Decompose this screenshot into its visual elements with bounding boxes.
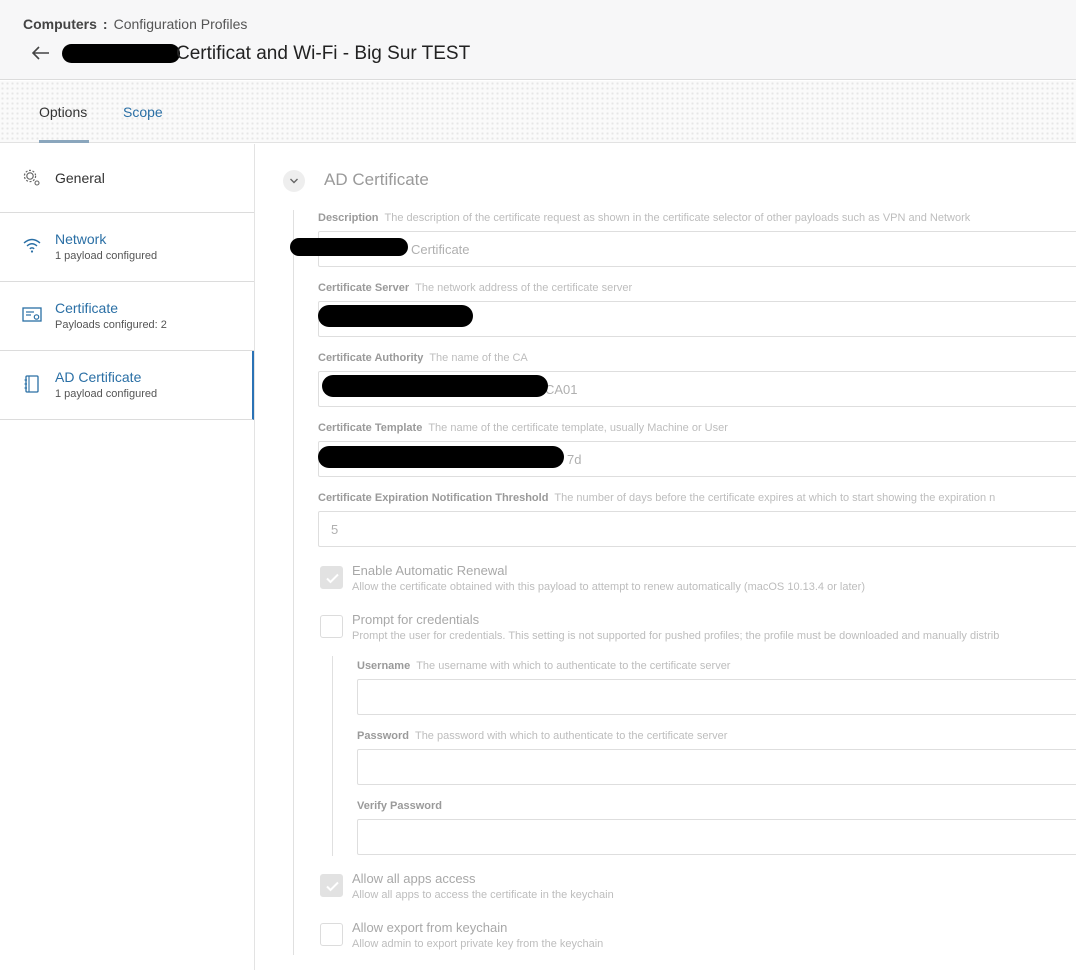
checkbox-description: Allow all apps to access the certificate… xyxy=(352,889,614,901)
field-label: Certificate Server xyxy=(318,282,410,294)
field-label: Certificate Authority xyxy=(318,352,424,364)
sidebar-item-sublabel: 1 payload configured xyxy=(55,388,158,400)
password-label: Password The password with which to authe… xyxy=(357,730,727,742)
expiration-threshold-field[interactable]: 5 xyxy=(318,511,1076,547)
checkbox-title: Allow all apps access xyxy=(352,871,476,886)
checkbox-title: Allow export from keychain xyxy=(352,920,508,935)
field-label: Certificate Expiration Notification Thre… xyxy=(318,492,549,504)
sidebar-item-network[interactable]: Network 1 payload configured xyxy=(0,213,254,282)
field-help: The network address of the certificate s… xyxy=(415,282,633,294)
description-label: Description The description of the certif… xyxy=(318,212,970,224)
checkbox-description: Allow the certificate obtained with this… xyxy=(352,581,865,593)
checkbox-title: Prompt for credentials xyxy=(352,612,480,627)
field-help: The name of the CA xyxy=(429,352,528,364)
redaction-mark xyxy=(62,44,180,63)
sidebar-item-sublabel: 1 payload configured xyxy=(55,250,158,262)
username-field[interactable] xyxy=(357,679,1076,715)
tab-bar: Options Scope xyxy=(0,81,1076,143)
username-label: Username The username with which to authe… xyxy=(357,660,730,672)
page-title: Certificat and Wi-Fi - Big Sur TEST xyxy=(176,43,471,64)
redaction-mark xyxy=(318,305,473,327)
section-guide-line xyxy=(293,210,294,955)
certificate-template-label: Certificate Template The name of the cert… xyxy=(318,422,728,434)
field-label: Description xyxy=(318,212,379,224)
allow-export-checkbox[interactable] xyxy=(320,923,343,946)
checkmark-icon xyxy=(326,881,339,892)
chevron-down-icon xyxy=(290,178,298,184)
field-label: Verify Password xyxy=(357,800,442,812)
certificate-authority-label: Certificate Authority The name of the CA xyxy=(318,352,528,364)
field-label: Certificate Template xyxy=(318,422,423,434)
back-arrow-icon[interactable] xyxy=(30,42,52,64)
sidebar-item-certificate[interactable]: Certificate Payloads configured: 2 xyxy=(0,282,254,351)
field-help: The password with which to authenticate … xyxy=(414,730,728,742)
expiration-threshold-label: Certificate Expiration Notification Thre… xyxy=(318,492,995,504)
field-help: The username with which to authenticate … xyxy=(416,660,731,672)
checkmark-icon xyxy=(326,573,339,584)
automatic-renewal-checkbox[interactable] xyxy=(320,566,343,589)
breadcrumb-separator: : xyxy=(102,16,108,32)
payload-sidebar: General Network 1 payload configured Cer… xyxy=(0,144,255,970)
field-value: 5 xyxy=(331,521,339,537)
sidebar-item-ad-certificate[interactable]: AD Certificate 1 payload configured xyxy=(0,351,254,420)
tab-options[interactable]: Options xyxy=(39,104,90,143)
field-value: CA01 xyxy=(545,381,578,397)
allow-all-apps-checkbox[interactable] xyxy=(320,874,343,897)
breadcrumb: Computers: Configuration Profiles xyxy=(23,16,247,32)
wifi-icon xyxy=(23,238,41,253)
field-value: 7d xyxy=(567,451,582,467)
field-help: The description of the certificate reque… xyxy=(384,212,971,224)
description-field[interactable]: Certificate xyxy=(318,231,1076,267)
checkbox-title: Enable Automatic Renewal xyxy=(352,563,508,578)
credentials-guide-line xyxy=(332,656,333,856)
redaction-mark xyxy=(290,238,408,256)
breadcrumb-computers[interactable]: Computers xyxy=(23,16,97,32)
field-help: The name of the certificate template, us… xyxy=(428,422,728,434)
breadcrumb-configuration-profiles[interactable]: Configuration Profiles xyxy=(114,16,248,32)
prompt-credentials-checkbox[interactable] xyxy=(320,615,343,638)
redaction-mark xyxy=(322,375,548,397)
sidebar-item-label: Certificate xyxy=(55,300,119,316)
section-title: AD Certificate xyxy=(324,170,429,189)
verify-password-field[interactable] xyxy=(357,819,1076,855)
field-label: Password xyxy=(357,730,409,742)
sidebar-item-label: General xyxy=(55,170,105,186)
certificate-icon xyxy=(22,307,42,322)
redaction-mark xyxy=(318,446,564,468)
checkbox-description: Allow admin to export private key from t… xyxy=(352,938,604,950)
gear-icon xyxy=(23,169,40,186)
certificate-server-label: Certificate Server The network address of… xyxy=(318,282,632,294)
tab-scope[interactable]: Scope xyxy=(123,104,163,120)
verify-password-label: Verify Password xyxy=(357,800,442,812)
collapse-section-button[interactable] xyxy=(283,170,305,192)
field-value: Certificate xyxy=(411,241,470,257)
sidebar-item-general[interactable]: General xyxy=(0,144,254,213)
notebook-icon xyxy=(24,375,39,393)
field-label: Username xyxy=(357,660,411,672)
checkbox-description: Prompt the user for credentials. This se… xyxy=(352,630,1000,642)
field-help: The number of days before the certificat… xyxy=(554,492,996,504)
password-field[interactable] xyxy=(357,749,1076,785)
sidebar-item-label: Network xyxy=(55,231,107,247)
top-bar: Computers: Configuration Profiles Certifi… xyxy=(0,0,1076,80)
sidebar-item-sublabel: Payloads configured: 2 xyxy=(55,319,167,331)
sidebar-item-label: AD Certificate xyxy=(55,369,142,385)
